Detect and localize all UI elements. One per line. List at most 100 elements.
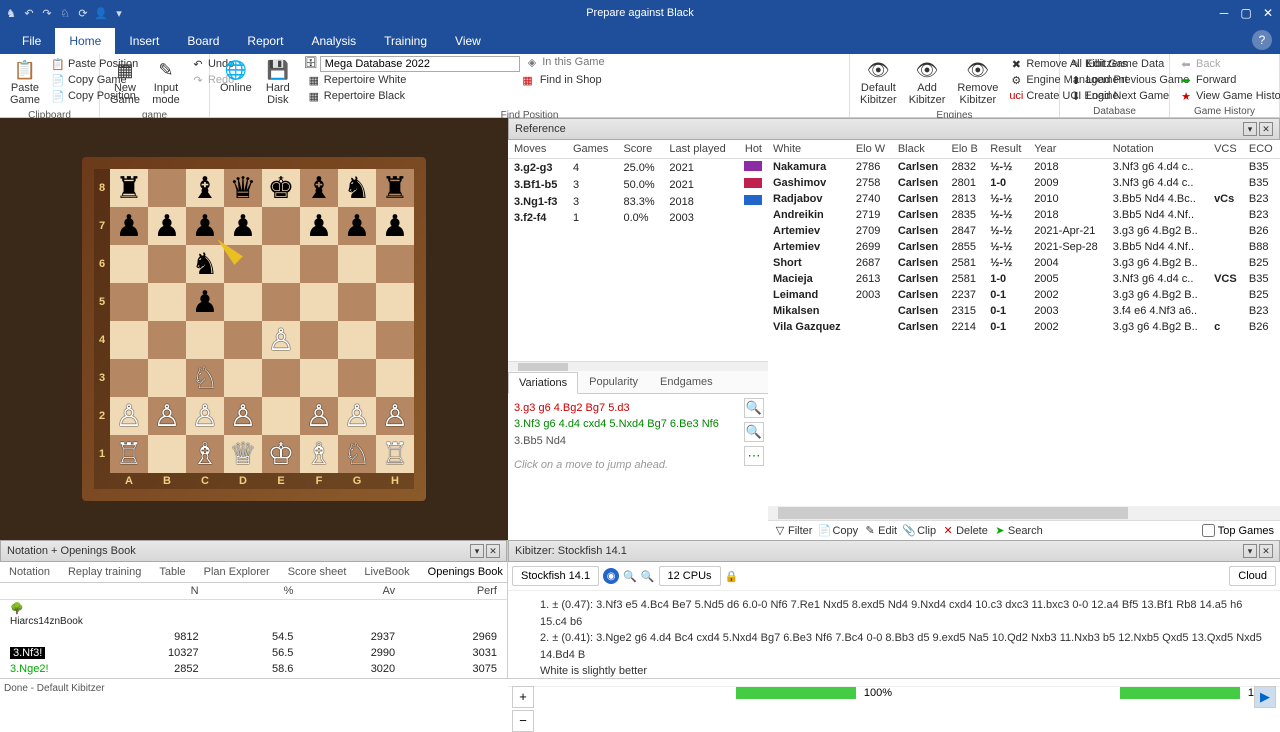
square[interactable]: ♜ [110, 169, 148, 207]
square[interactable] [300, 321, 338, 359]
square[interactable]: ♝ [186, 169, 224, 207]
square[interactable]: ♙ [376, 397, 414, 435]
square[interactable]: ♟ [376, 207, 414, 245]
tab-table[interactable]: Table [150, 562, 194, 582]
menu-insert[interactable]: Insert [115, 28, 173, 54]
square[interactable]: ♙ [224, 397, 262, 435]
reference-games-table[interactable]: WhiteElo W BlackElo B ResultYear Notatio… [768, 140, 1280, 335]
edit-button[interactable]: ✎Edit [864, 525, 897, 537]
table-row[interactable]: Macieja2613Carlsen25811-020053.Nf3 g6 4.… [768, 271, 1280, 287]
in-this-game-button[interactable]: In this Game [542, 56, 604, 72]
zoom-out-icon[interactable]: 🔍 [744, 422, 764, 442]
lock-icon[interactable]: 🔒 [725, 570, 739, 583]
square[interactable] [186, 321, 224, 359]
square[interactable] [376, 321, 414, 359]
square[interactable] [110, 359, 148, 397]
search-button[interactable]: ➤Search [994, 525, 1043, 537]
remove-kibitzer-button[interactable]: 👁Remove Kibitzer [953, 56, 1002, 108]
square[interactable] [338, 321, 376, 359]
repertoire-black-button[interactable]: ▦Repertoire Black [304, 88, 605, 104]
menu-file[interactable]: File [8, 28, 55, 54]
square[interactable]: ♝ [300, 169, 338, 207]
square[interactable]: ♙ [262, 321, 300, 359]
new-game-button[interactable]: ▦New Game [106, 56, 144, 108]
table-row[interactable]: Nakamura2786Carlsen2832½-½20183.Nf3 g6 4… [768, 159, 1280, 176]
table-row[interactable]: 3.Nf3!1032756.529903031 [0, 645, 507, 661]
table-row[interactable]: Radjabov2740Carlsen2813½-½20103.Bb5 Nd4 … [768, 191, 1280, 207]
square[interactable]: ♟ [338, 207, 376, 245]
help-icon[interactable]: ? [1252, 30, 1272, 50]
online-button[interactable]: 🌐Online [216, 56, 256, 108]
dropdown-icon[interactable]: ▾ [112, 6, 126, 20]
square[interactable] [338, 283, 376, 321]
square[interactable] [110, 283, 148, 321]
tab-openings[interactable]: Openings Book [419, 562, 507, 582]
square[interactable]: ♕ [224, 435, 262, 473]
view-history-button[interactable]: ★View Game History [1176, 88, 1280, 104]
square[interactable]: ♙ [186, 397, 224, 435]
copy-button[interactable]: 📄Copy [818, 525, 858, 537]
repertoire-white-button[interactable]: ▦Repertoire White▦Find in Shop [304, 72, 605, 88]
square[interactable] [300, 245, 338, 283]
table-row[interactable]: 3.g2-g3425.0%2021 [508, 159, 768, 177]
square[interactable] [148, 321, 186, 359]
undo-icon[interactable]: ↶ [22, 6, 36, 20]
menu-view[interactable]: View [441, 28, 495, 54]
table-row[interactable]: Gashimov2758Carlsen28011-020093.Nf3 g6 4… [768, 175, 1280, 191]
square[interactable]: ♟ [300, 207, 338, 245]
square[interactable] [300, 283, 338, 321]
minimize-icon[interactable]: ─ [1216, 6, 1232, 20]
table-row[interactable]: 3.Nge2!285258.630203075 [0, 661, 507, 677]
table-row[interactable]: 3.f2-f410.0%2003 [508, 210, 768, 226]
close-icon[interactable]: ✕ [1260, 6, 1276, 20]
square[interactable] [148, 169, 186, 207]
menu-training[interactable]: Training [370, 28, 441, 54]
table-row[interactable]: Artemiev2709Carlsen2847½-½2021-Apr-213.g… [768, 223, 1280, 239]
square[interactable]: ♚ [262, 169, 300, 207]
square[interactable] [224, 321, 262, 359]
square[interactable] [376, 245, 414, 283]
pane-close-icon[interactable]: ✕ [1259, 544, 1273, 558]
square[interactable] [148, 359, 186, 397]
input-mode-button[interactable]: ✎Input mode [148, 56, 184, 108]
square[interactable]: ♟ [224, 207, 262, 245]
pane-close-icon[interactable]: ✕ [486, 544, 500, 558]
tab-variations[interactable]: Variations [508, 372, 578, 394]
more-icon[interactable]: ⋯ [744, 446, 764, 466]
scrollbar[interactable] [768, 506, 1280, 520]
engine-stop-icon[interactable]: ◉ [603, 568, 619, 584]
square[interactable]: ♙ [110, 397, 148, 435]
table-row[interactable]: Short2687Carlsen2581½-½20043.g3 g6 4.Bg2… [768, 255, 1280, 271]
square[interactable]: ♛ [224, 169, 262, 207]
square[interactable]: ♟ [148, 207, 186, 245]
variation-line[interactable]: 3.Bb5 Nd4 [514, 433, 762, 450]
square[interactable]: ♗ [186, 435, 224, 473]
square[interactable]: ♙ [148, 397, 186, 435]
tab-notation[interactable]: Notation [0, 562, 59, 582]
pane-dropdown-icon[interactable]: ▾ [1243, 122, 1257, 136]
tab-plan[interactable]: Plan Explorer [195, 562, 279, 582]
square[interactable]: ♟ [186, 283, 224, 321]
openings-book-table[interactable]: N%AvPerf 🌳 Hiarcs14znBook981254.52937296… [0, 583, 507, 678]
square[interactable]: ♗ [300, 435, 338, 473]
delete-button[interactable]: ✕Delete [942, 525, 988, 537]
top-games-checkbox[interactable]: Top Games [1202, 524, 1274, 537]
tab-replay[interactable]: Replay training [59, 562, 150, 582]
square[interactable] [148, 245, 186, 283]
pane-close-icon[interactable]: ✕ [1259, 122, 1273, 136]
square[interactable] [148, 435, 186, 473]
back-button[interactable]: ⬅Back [1176, 56, 1280, 72]
tab-popularity[interactable]: Popularity [578, 371, 649, 393]
square[interactable] [148, 283, 186, 321]
square[interactable] [262, 207, 300, 245]
square[interactable] [110, 245, 148, 283]
reference-moves-table[interactable]: MovesGames ScoreLast played Hot 3.g2-g34… [508, 140, 768, 226]
square[interactable] [300, 359, 338, 397]
pane-dropdown-icon[interactable]: ▾ [470, 544, 484, 558]
variation-line[interactable]: 3.Nf3 g6 4.d4 cxd4 5.Nxd4 Bg7 6.Be3 Nf6 [514, 416, 762, 433]
clip-button[interactable]: 📎Clip [903, 525, 936, 537]
square[interactable]: ♖ [376, 435, 414, 473]
table-row[interactable]: MikalsenCarlsen23150-120033.f4 e6 4.Nf3 … [768, 303, 1280, 319]
table-row[interactable]: 3.Ng1-f3383.3%2018 [508, 193, 768, 210]
analysis-line[interactable]: 1. ± (0.47): 3.Nf3 e5 4.Bc4 Be7 5.Nd5 d6… [540, 597, 1272, 630]
